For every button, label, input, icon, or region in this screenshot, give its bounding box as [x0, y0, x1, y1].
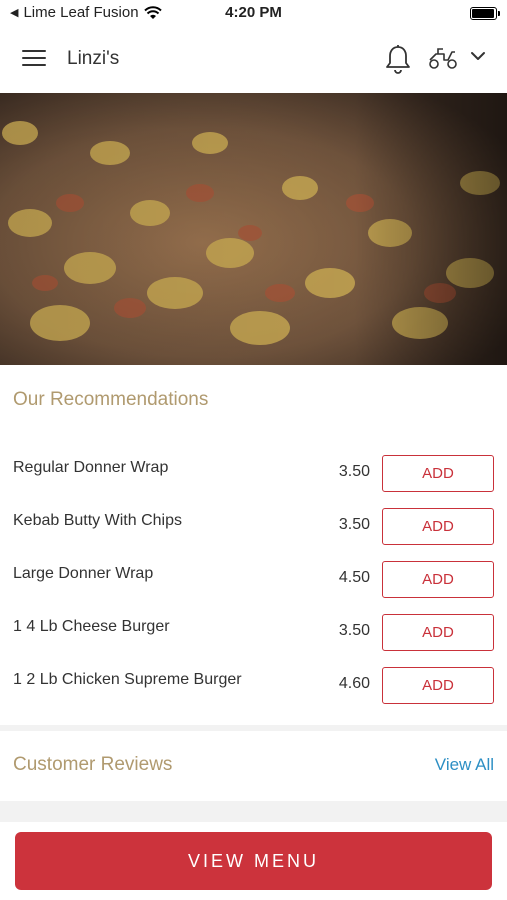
battery-level — [472, 9, 494, 18]
scooter-icon[interactable] — [428, 46, 458, 70]
bottom-bar: VIEW MENU — [0, 822, 507, 900]
item-name: 1 4 Lb Cheese Burger — [13, 618, 170, 635]
add-button[interactable]: ADD — [382, 614, 494, 651]
top-nav: Linzi's — [0, 28, 507, 93]
back-app-label[interactable]: Lime Leaf Fusion — [23, 4, 138, 21]
chevron-down-icon[interactable] — [470, 50, 486, 62]
item-price: 3.50 — [338, 516, 370, 533]
pizza-photo — [0, 93, 507, 365]
add-button[interactable]: ADD — [382, 455, 494, 492]
status-left[interactable]: ◀ Lime Leaf Fusion — [10, 4, 162, 21]
recommendations-section: Our Recommendations Regular Donner Wrap … — [0, 365, 507, 725]
wifi-icon — [143, 5, 162, 19]
list-item: Regular Donner Wrap 3.50 ADD — [0, 453, 507, 506]
hero-food-image — [0, 93, 507, 365]
list-item: 1 2 Lb Chicken Supreme Burger 4.60 ADD — [0, 665, 507, 718]
add-button[interactable]: ADD — [382, 508, 494, 545]
item-price: 4.60 — [338, 675, 370, 692]
reviews-title: Customer Reviews — [13, 754, 173, 775]
item-name: Regular Donner Wrap — [13, 459, 169, 476]
view-menu-button[interactable]: VIEW MENU — [15, 832, 492, 890]
item-price: 3.50 — [338, 622, 370, 639]
back-arrow-icon[interactable]: ◀ — [10, 6, 18, 19]
customer-reviews-section: Customer Reviews View All — [0, 731, 507, 801]
status-bar: ◀ Lime Leaf Fusion 4:20 PM — [0, 0, 507, 28]
hamburger-menu-icon[interactable] — [22, 50, 46, 68]
item-name: 1 2 Lb Chicken Supreme Burger — [13, 671, 242, 688]
battery-icon — [470, 7, 500, 20]
add-button[interactable]: ADD — [382, 667, 494, 704]
view-all-link[interactable]: View All — [435, 755, 494, 775]
item-price: 4.50 — [338, 569, 370, 586]
battery-tip — [498, 11, 500, 16]
item-price: 3.50 — [338, 463, 370, 480]
list-item: Kebab Butty With Chips 3.50 ADD — [0, 506, 507, 559]
add-button[interactable]: ADD — [382, 561, 494, 598]
list-item: 1 4 Lb Cheese Burger 3.50 ADD — [0, 612, 507, 665]
list-item: Large Donner Wrap 4.50 ADD — [0, 559, 507, 612]
item-name: Large Donner Wrap — [13, 565, 154, 582]
bell-icon[interactable] — [385, 44, 411, 74]
recommendations-title: Our Recommendations — [13, 389, 209, 410]
restaurant-title: Linzi's — [67, 48, 120, 69]
item-name: Kebab Butty With Chips — [13, 512, 182, 529]
